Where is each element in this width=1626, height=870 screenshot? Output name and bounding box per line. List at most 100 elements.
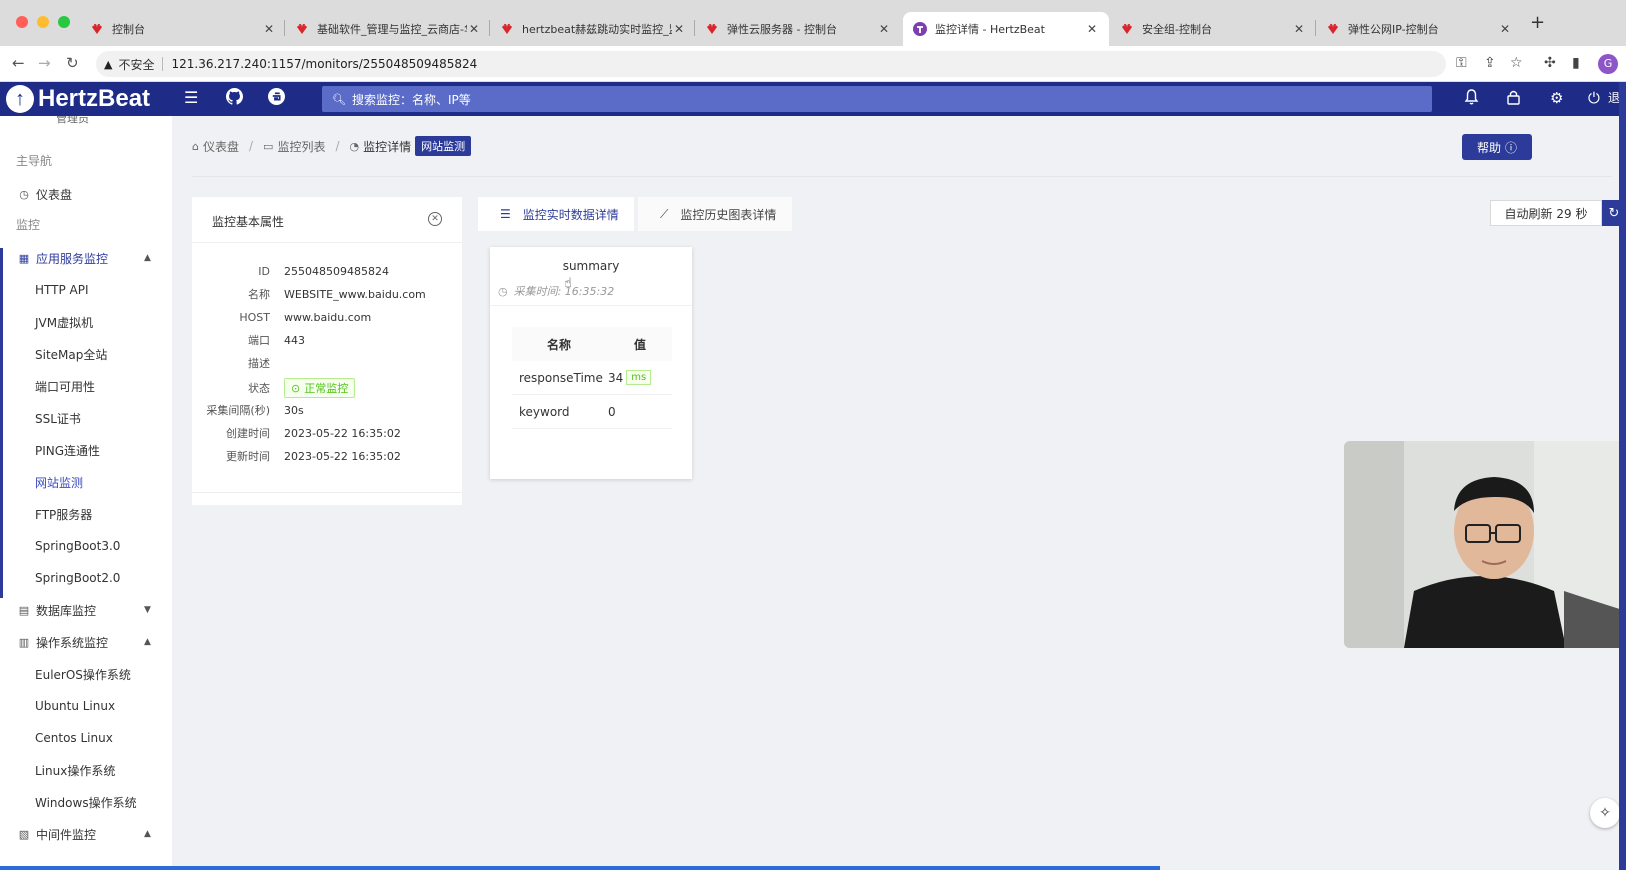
search-input[interactable]: 🔍︎ 搜索监控：名称、IP等 (322, 86, 1432, 112)
sidebar-group-app-service[interactable]: ▦ 应用服务监控 ▲ (0, 242, 172, 274)
gear-icon[interactable]: ⚙ (1550, 89, 1563, 107)
url-field[interactable]: ▲ 不安全 121.36.217.240:1157/monitors/25504… (96, 51, 1446, 77)
sidebar-item-port[interactable]: 端口可用性 (0, 370, 172, 402)
table-header: 名称 值 (512, 327, 672, 361)
extensions-icon[interactable]: ✣ (1544, 55, 1556, 71)
sidepanel-icon[interactable]: ▮ (1572, 55, 1580, 71)
clock-icon: ◷ (498, 284, 508, 298)
browser-tab[interactable]: 基础软件_管理与监控_云商店-华 ✕ (285, 12, 491, 46)
sidebar-group-label: 应用服务监控 (36, 251, 109, 266)
sidebar-item-springboot3[interactable]: SpringBoot3.0 (0, 530, 172, 562)
os-icon: ▥ (18, 635, 30, 649)
prop-row-status: 状态 ⊙ 正常监控 (192, 378, 462, 398)
tab-history[interactable]: ⟋ 监控历史图表详情 (638, 197, 792, 231)
collapse-menu-icon[interactable]: ☰ (184, 88, 198, 107)
sidebar-item-sitemap[interactable]: SiteMap全站 (0, 338, 172, 370)
help-button[interactable]: 帮助 ⓘ (1462, 134, 1532, 160)
sidebar-item-dashboard[interactable]: ◷ 仪表盘 (0, 178, 172, 210)
github-icon[interactable] (226, 88, 243, 109)
close-tab-icon[interactable]: ✕ (262, 22, 276, 36)
key-icon[interactable]: ⚿ (1456, 55, 1467, 71)
browser-tab-active[interactable]: 监控详情 - HertzBeat ✕ (903, 12, 1109, 46)
bookmark-star-icon[interactable]: ☆ (1510, 55, 1523, 71)
sidebar-item-ping[interactable]: PING连通性 (0, 434, 172, 466)
list-icon: ☰ (500, 207, 511, 221)
magic-wand-icon[interactable]: ✧ (1590, 798, 1620, 828)
sidebar-group-label: 中间件监控 (36, 827, 97, 842)
bell-icon[interactable] (1464, 89, 1479, 109)
zoom-window-button[interactable] (58, 16, 70, 28)
sidebar-item-ssl[interactable]: SSL证书 (0, 402, 172, 434)
close-circle-icon[interactable]: ✕ (428, 212, 442, 226)
close-tab-icon[interactable]: ✕ (1292, 22, 1306, 36)
metrics-table: 名称 值 responseTime 34 ms keyword 0 (512, 327, 672, 429)
breadcrumb: ⌂ 仪表盘 / ▭ 监控列表 / ◔ 监控详情 网站监测 (192, 136, 472, 156)
breadcrumb-dashboard[interactable]: 仪表盘 (203, 138, 239, 155)
sidebar-item-jvm[interactable]: JVM虚拟机 (0, 306, 172, 338)
close-window-button[interactable] (16, 16, 28, 28)
sidebar-group-os[interactable]: ▥ 操作系统监控 ▲ (0, 626, 172, 658)
sidebar-item-ubuntu[interactable]: Ubuntu Linux (0, 690, 172, 722)
logo[interactable]: ↑ HertzBeat (6, 82, 150, 116)
hand-cursor-icon: ☝ (564, 276, 572, 291)
new-tab-button[interactable]: + (1530, 12, 1545, 33)
auto-refresh-button[interactable]: 自动刷新 29 秒 (1490, 200, 1602, 226)
back-icon[interactable]: ← (12, 54, 25, 72)
sidebar-group-middleware[interactable]: ▧ 中间件监控 ▲ (0, 818, 172, 850)
browser-tab[interactable]: 安全组-控制台 ✕ (1110, 12, 1316, 46)
browser-tab[interactable]: hertzbeat赫兹跳动实时监控_监 ✕ (490, 12, 696, 46)
browser-tab[interactable]: 控制台 ✕ (80, 12, 286, 46)
table-row: responseTime 34 ms (512, 361, 672, 395)
chevron-up-icon: ▲ (144, 829, 151, 839)
profile-avatar[interactable]: G (1598, 54, 1618, 74)
grid-icon: ▦ (18, 251, 30, 265)
prop-row-created: 创建时间 2023-05-22 16:35:02 (226, 426, 401, 441)
browser-tab[interactable]: 弹性公网IP-控制台 ✕ (1316, 12, 1522, 46)
tab-title: 弹性云服务器 - 控制台 (727, 23, 837, 36)
close-tab-icon[interactable]: ✕ (1498, 22, 1512, 36)
tab-title: 控制台 (112, 23, 145, 36)
chevron-down-icon: ▼ (144, 605, 151, 615)
gitee-icon[interactable] (268, 88, 285, 109)
reload-icon[interactable]: ↻ (66, 54, 79, 72)
question-icon: ⓘ (1505, 140, 1518, 155)
close-tab-icon[interactable]: ✕ (467, 22, 481, 36)
collect-time: ◷ 采集时间: 16:35:32 (498, 284, 615, 299)
status-badge: ⊙ 正常监控 (284, 378, 356, 398)
sidebar-item-windows[interactable]: Windows操作系统 (0, 786, 172, 818)
help-label: 帮助 (1476, 140, 1501, 155)
window-controls (16, 16, 70, 28)
sidebar-group-database[interactable]: ▤ 数据库监控 ▼ (0, 594, 172, 626)
prop-row-updated: 更新时间 2023-05-22 16:35:02 (226, 449, 401, 464)
forward-icon[interactable]: → (38, 54, 51, 72)
prop-row-description: 描述 (248, 357, 270, 370)
middleware-icon: ▧ (18, 827, 30, 841)
database-icon: ▤ (18, 603, 30, 617)
sidebar-item-http-api[interactable]: HTTP API (0, 274, 172, 306)
close-tab-icon[interactable]: ✕ (877, 22, 891, 36)
logout-icon[interactable]: ⏻ (1588, 89, 1600, 107)
sidebar-item-ftp[interactable]: FTP服务器 (0, 498, 172, 530)
sidebar-item-springboot2[interactable]: SpringBoot2.0 (0, 562, 172, 594)
sidebar-item-euleros[interactable]: EulerOS操作系统 (0, 658, 172, 690)
url-text: 121.36.217.240:1157/monitors/25504850948… (171, 57, 478, 71)
search-icon: 🔍︎ (332, 92, 346, 106)
minimize-window-button[interactable] (37, 16, 49, 28)
sidebar-item-centos[interactable]: Centos Linux (0, 722, 172, 754)
breadcrumb-monitor-list[interactable]: 监控列表 (277, 138, 325, 155)
lock-icon[interactable] (1506, 89, 1521, 109)
tab-realtime[interactable]: ☰ 监控实时数据详情 (478, 197, 634, 231)
chevron-up-icon: ▲ (144, 253, 151, 263)
browser-tab[interactable]: 弹性云服务器 - 控制台 ✕ (695, 12, 901, 46)
close-tab-icon[interactable]: ✕ (672, 22, 686, 36)
sidebar-item-linux[interactable]: Linux操作系统 (0, 754, 172, 786)
sidebar-item-website[interactable]: 网站监测 (0, 466, 172, 498)
huawei-icon (1328, 23, 1338, 34)
close-tab-icon[interactable]: ✕ (1085, 22, 1099, 36)
insecure-label: 不安全 (118, 57, 155, 72)
tab-title: 弹性公网IP-控制台 (1348, 23, 1439, 36)
monitor-properties-card: 监控基本属性 ✕ ID 255048509485824 名称 WEBSITE_www… (192, 197, 462, 505)
huawei-icon (707, 23, 717, 34)
share-icon[interactable]: ⇪ (1484, 55, 1496, 71)
dashboard-icon: ◷ (19, 187, 29, 201)
